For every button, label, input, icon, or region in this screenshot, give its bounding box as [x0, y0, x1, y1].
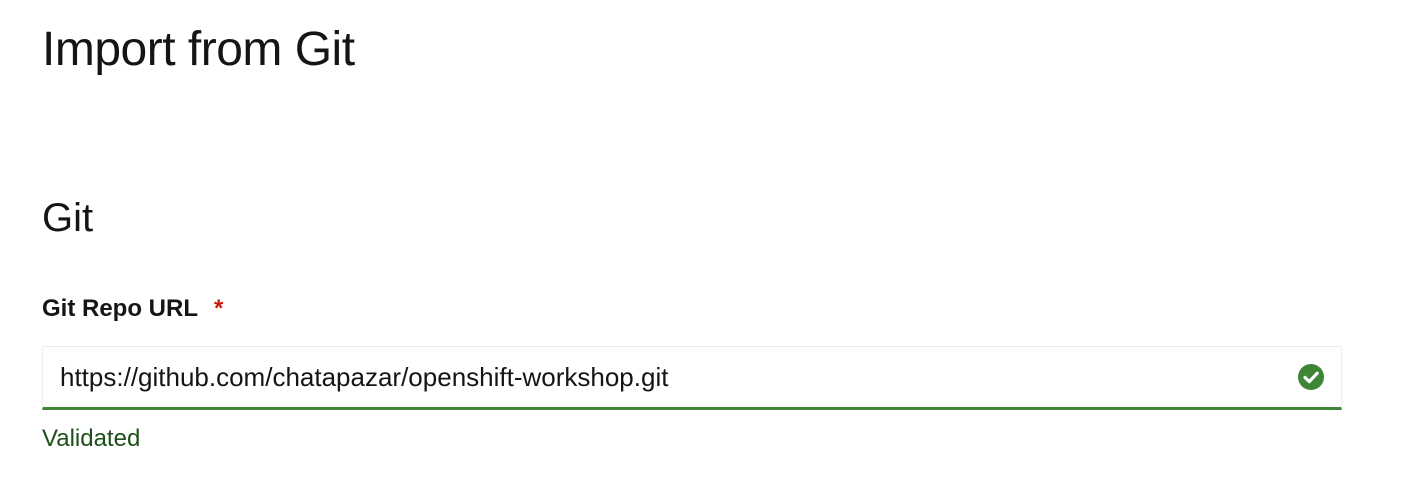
git-repo-url-input[interactable] [43, 347, 1297, 407]
required-indicator: * [214, 295, 224, 322]
section-title-git: Git [42, 196, 94, 240]
git-repo-url-label-text: Git Repo URL [42, 295, 198, 322]
validation-helper-text: Validated [42, 425, 141, 452]
page-title: Import from Git [42, 23, 355, 76]
check-circle-icon [1297, 363, 1325, 391]
git-repo-url-label: Git Repo URL * [42, 294, 223, 324]
git-repo-url-field [42, 346, 1342, 410]
